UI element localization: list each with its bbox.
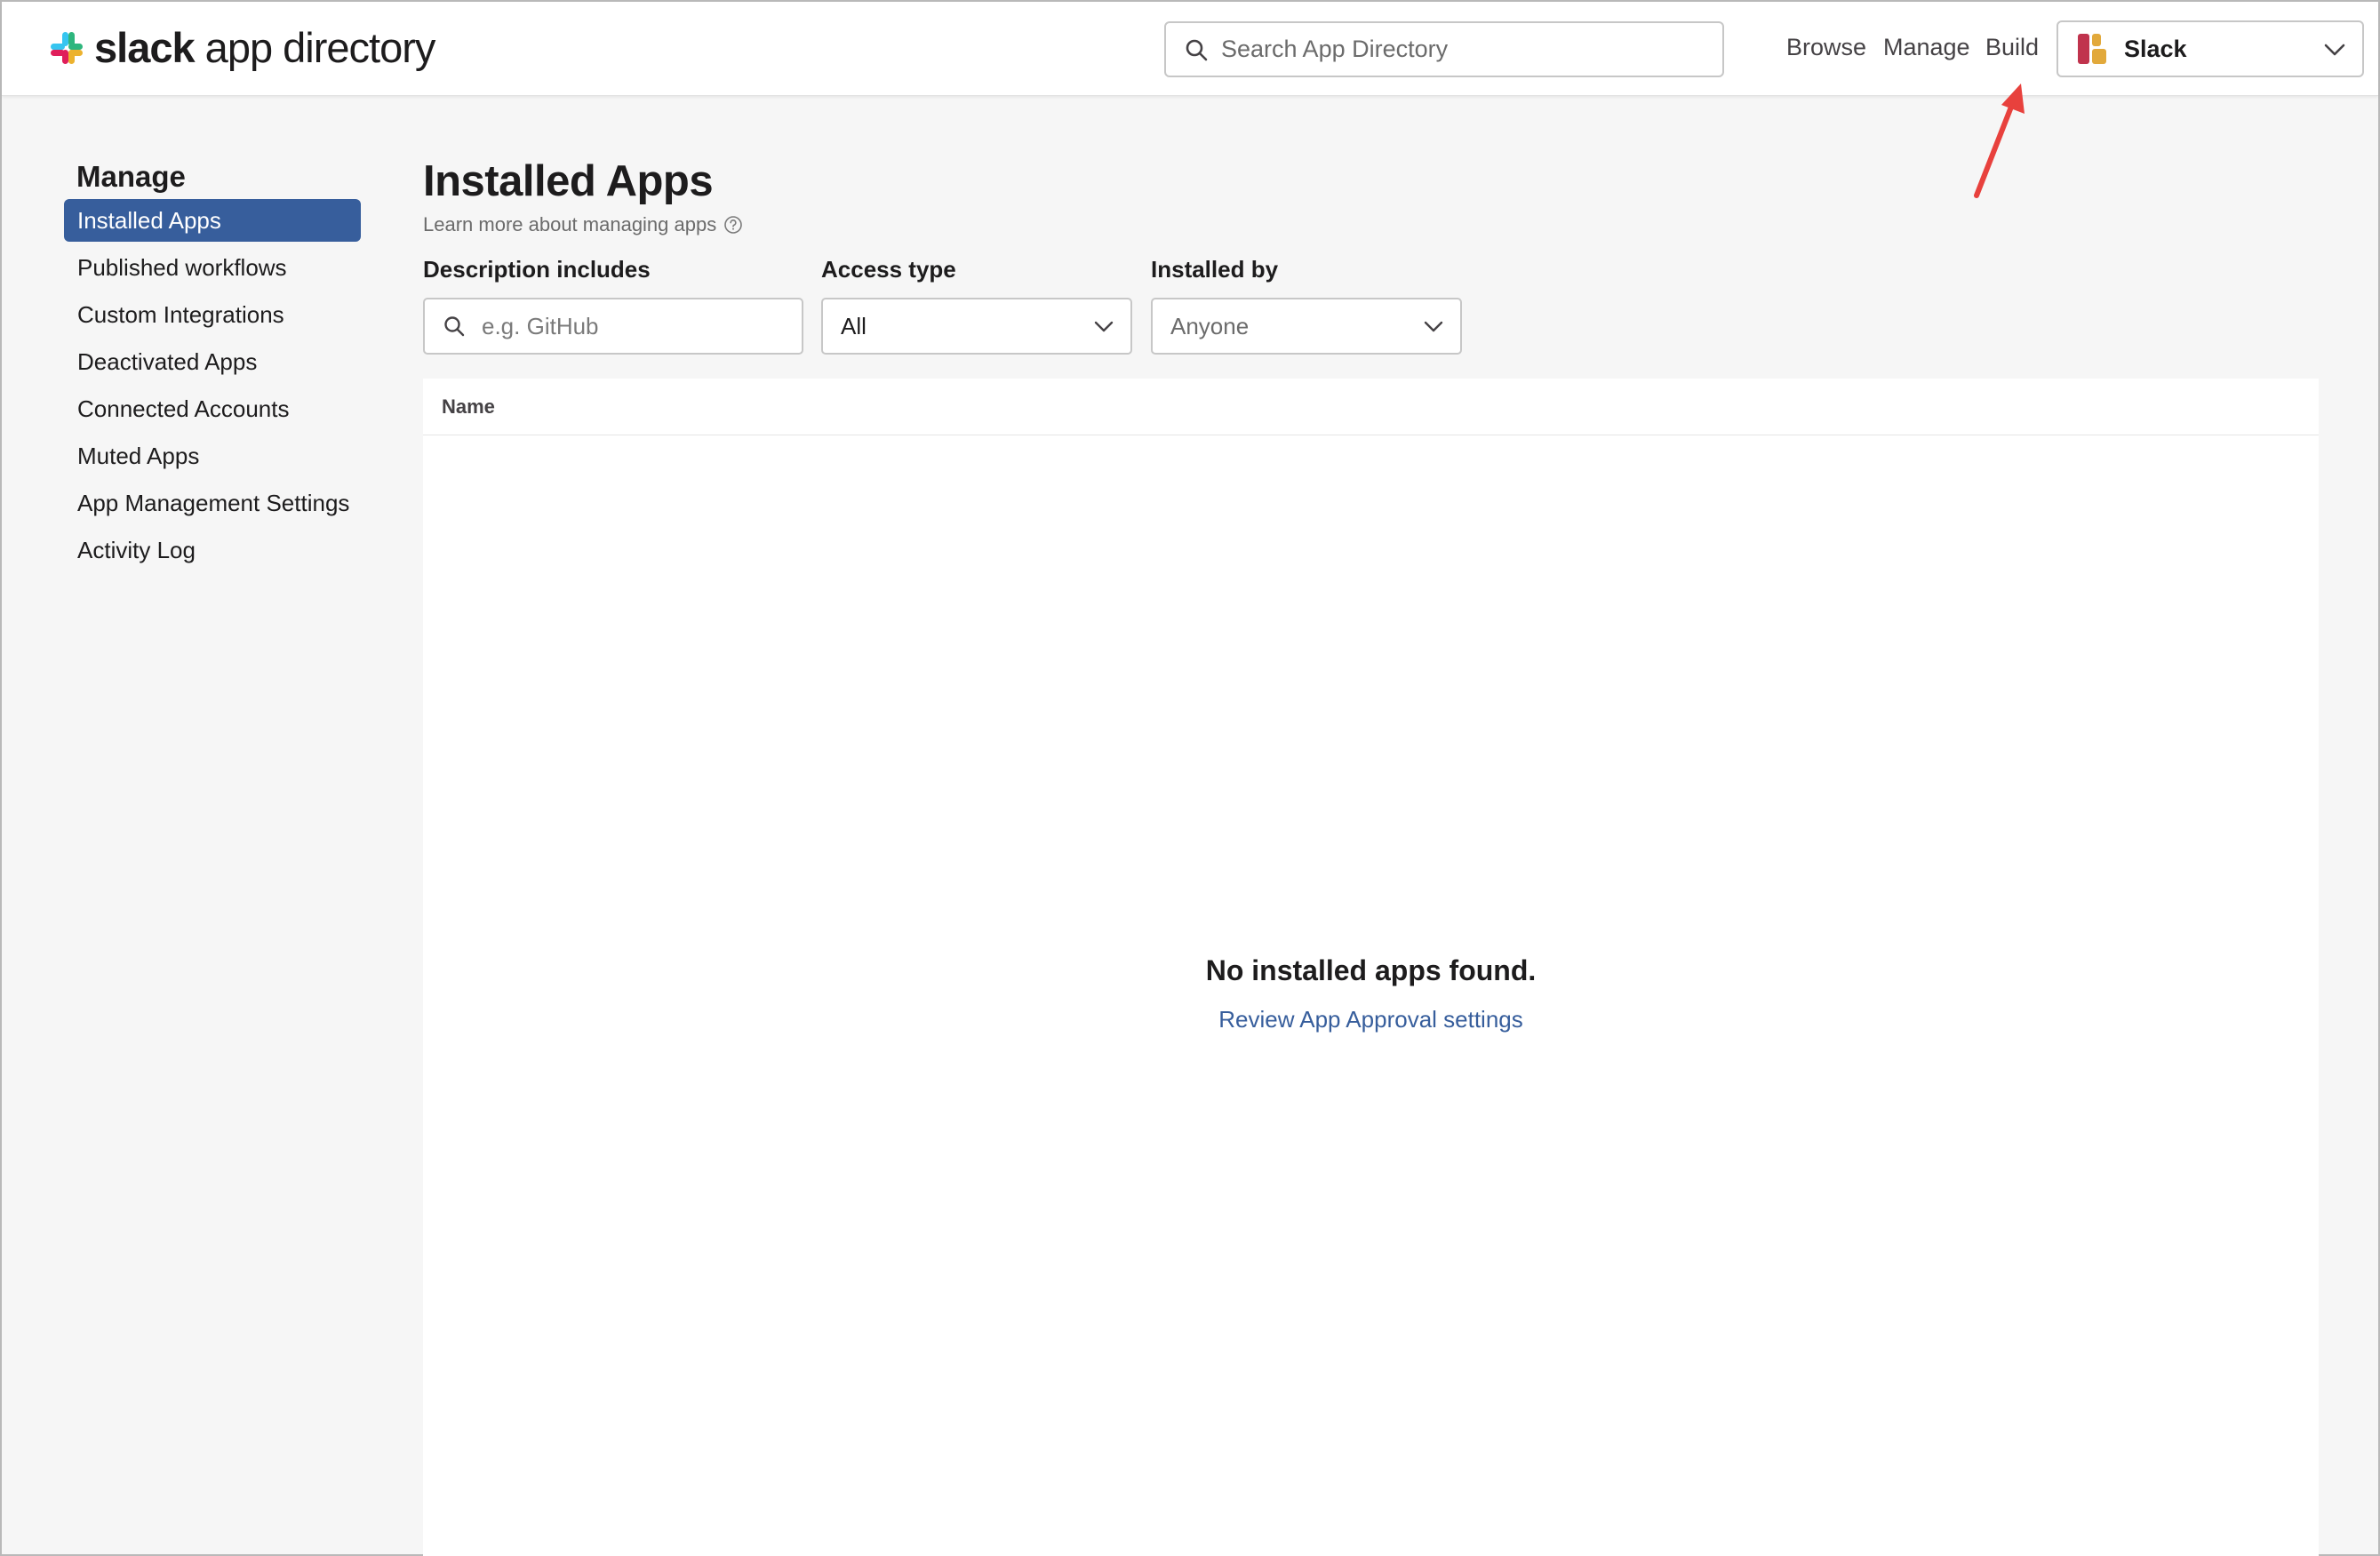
workspace-icon [2078,34,2106,64]
top-header: slack app directory Browse Manage Build … [2,2,2378,96]
sidebar-item-published-workflows[interactable]: Published workflows [64,246,361,293]
slack-app-directory-logo[interactable]: slack app directory [48,27,435,69]
chevron-down-icon [1094,321,1114,332]
search-icon [1186,39,1208,60]
installed-by-label: Installed by [1151,256,1279,283]
workspace-switcher[interactable]: Slack [2057,20,2364,77]
description-filter-label: Description includes [423,256,651,283]
logo-bold-text: slack [94,24,196,71]
sidebar-nav: Installed Apps Published workflows Custo… [64,199,361,576]
sidebar-item-custom-integrations[interactable]: Custom Integrations [64,293,361,340]
sidebar-item-deactivated-apps[interactable]: Deactivated Apps [64,340,361,387]
access-type-label: Access type [821,256,956,283]
chevron-down-icon [2324,44,2345,56]
empty-state-title: No installed apps found. [1205,954,1537,986]
review-app-approval-link[interactable]: Review App Approval settings [423,1006,2319,1033]
nav-manage-link[interactable]: Manage [1883,34,1970,61]
page-title: Installed Apps [423,157,714,205]
installed-apps-table: Name No installed apps found. Review App… [423,379,2319,1556]
sidebar-item-muted-apps[interactable]: Muted Apps [64,435,361,482]
sidebar-title: Manage [76,160,186,193]
help-circle-icon[interactable] [723,215,743,235]
logo-wordmark: slack app directory [94,27,435,69]
installed-by-select[interactable]: Anyone [1151,298,1462,355]
app-window: slack app directory Browse Manage Build … [0,0,2380,1556]
description-filter[interactable] [423,298,803,355]
search-icon [444,316,465,337]
sidebar-item-connected-accounts[interactable]: Connected Accounts [64,387,361,435]
search-input[interactable] [1221,36,1722,63]
sidebar-item-installed-apps[interactable]: Installed Apps [64,199,361,242]
chevron-down-icon [1424,321,1443,332]
access-type-value: All [841,312,867,339]
logo-rest-text: app directory [194,24,436,71]
sidebar-item-activity-log[interactable]: Activity Log [64,529,361,576]
installed-by-value: Anyone [1170,312,1250,339]
slack-logo-icon [51,32,83,64]
nav-browse-link[interactable]: Browse [1786,34,1866,61]
table-header-name[interactable]: Name [423,379,2319,435]
nav-build-link[interactable]: Build [1985,34,2039,61]
search-box[interactable] [1164,21,1724,77]
annotation-arrow-icon [1974,84,2025,198]
workspace-name: Slack [2124,35,2187,62]
description-filter-input[interactable] [482,312,802,340]
learn-more-link[interactable]: Learn more about managing apps [423,213,743,236]
access-type-select[interactable]: All [821,298,1132,355]
learn-more-text: Learn more about managing apps [423,213,717,235]
sidebar-item-app-management-settings[interactable]: App Management Settings [64,482,361,529]
